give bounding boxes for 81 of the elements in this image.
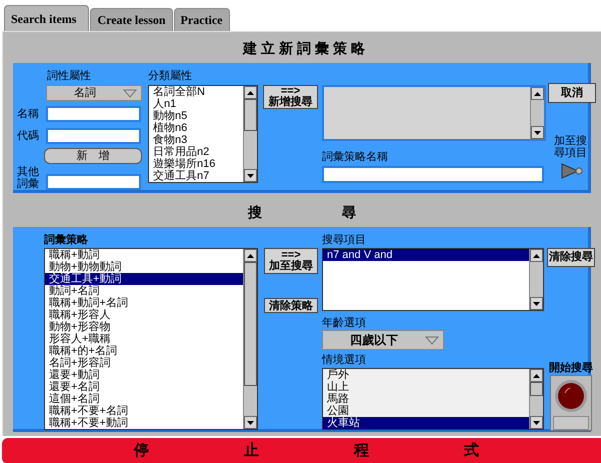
list-item[interactable]: 日常用品n2 bbox=[149, 146, 243, 158]
field-label: 加至搜尋項目 bbox=[554, 135, 588, 159]
field-label: 開始搜尋 bbox=[549, 360, 593, 374]
start-search-button[interactable] bbox=[550, 374, 592, 430]
list-label: 分類屬性 bbox=[148, 69, 193, 83]
list-item[interactable]: 食物n3 bbox=[149, 134, 243, 146]
up-arrow-icon bbox=[533, 254, 540, 258]
down-arrow-icon bbox=[533, 302, 540, 306]
up-arrow-icon bbox=[534, 92, 541, 96]
list-item[interactable]: 山上 bbox=[323, 381, 529, 393]
list-label: 情境選項 bbox=[322, 353, 367, 367]
list-item[interactable]: 職稱+動詞 bbox=[45, 249, 243, 261]
list-item[interactable]: 人n1 bbox=[149, 98, 243, 110]
list-item[interactable]: 職稱+動詞+名詞 bbox=[45, 297, 243, 309]
list-item[interactable]: 職稱+不要+動詞 bbox=[45, 417, 243, 429]
add-search-button[interactable]: ==> 新增搜尋 bbox=[263, 85, 318, 109]
tab[interactable]: Create lesson bbox=[90, 8, 173, 31]
list-item[interactable]: 還要+名詞 bbox=[45, 381, 243, 393]
indicator-light bbox=[553, 416, 589, 430]
down-arrow-icon bbox=[247, 174, 254, 178]
list-item[interactable]: 這個+名詞 bbox=[45, 393, 243, 405]
tab[interactable]: Practice bbox=[174, 8, 230, 31]
scrollbar[interactable] bbox=[529, 249, 543, 310]
cancel-button[interactable]: 取消 bbox=[548, 83, 596, 103]
list-item[interactable]: 名詞全部N bbox=[149, 86, 243, 98]
list-item[interactable]: 公園 bbox=[323, 405, 529, 417]
dropdown[interactable]: 名詞 bbox=[46, 85, 142, 101]
down-arrow-icon bbox=[534, 130, 541, 134]
list-item[interactable]: 名詞+形容詞 bbox=[45, 357, 243, 369]
dropdown[interactable]: 四歲以下 bbox=[322, 330, 444, 350]
knob-icon bbox=[554, 378, 588, 412]
list-item[interactable]: 職稱+形容人 bbox=[45, 309, 243, 321]
list-item[interactable]: 還要+動詞 bbox=[45, 369, 243, 381]
caret-icon bbox=[425, 336, 439, 344]
list-item[interactable]: 職稱+不要+名詞 bbox=[45, 405, 243, 417]
list-item[interactable]: n7 and V and bbox=[323, 249, 529, 261]
list-item[interactable]: 戶外 bbox=[323, 369, 529, 381]
scrollbar[interactable] bbox=[243, 86, 257, 182]
stop-button[interactable]: 停 止 程 式 bbox=[2, 438, 601, 463]
field-label: 詞彙策略名稱 bbox=[322, 150, 389, 164]
up-arrow-icon bbox=[247, 90, 254, 94]
up-arrow-icon bbox=[533, 374, 540, 378]
field-label: 名稱 bbox=[17, 107, 40, 122]
section-title: 搜 bbox=[248, 202, 262, 222]
down-arrow-icon bbox=[247, 420, 254, 424]
text-field[interactable] bbox=[46, 106, 141, 122]
list-item[interactable]: 植物n6 bbox=[149, 122, 243, 134]
list-item[interactable]: 職稱+的+名詞 bbox=[45, 345, 243, 357]
text-field[interactable] bbox=[46, 128, 141, 144]
down-arrow-icon bbox=[533, 420, 540, 424]
list-item[interactable]: 動物+形容物 bbox=[45, 321, 243, 333]
add-to-search-button[interactable]: ==> 加至搜尋 bbox=[264, 248, 318, 274]
scrollbar[interactable] bbox=[243, 249, 257, 429]
list-item[interactable]: 動詞+名詞 bbox=[45, 285, 243, 297]
text-field[interactable] bbox=[322, 166, 544, 183]
list-item[interactable]: 火車站 bbox=[323, 417, 529, 429]
scrollbar[interactable] bbox=[530, 87, 544, 139]
section-title: 尋 bbox=[342, 202, 356, 222]
list-item[interactable]: 交通工具+動詞 bbox=[45, 273, 243, 285]
up-arrow-icon bbox=[247, 254, 254, 258]
scrollbar[interactable] bbox=[529, 369, 543, 429]
clear-search-button[interactable]: 清除搜尋 bbox=[547, 248, 595, 266]
list-item[interactable]: 動物n5 bbox=[149, 110, 243, 122]
list-item[interactable]: 馬路 bbox=[323, 393, 529, 405]
field-label: 其他詞彙 bbox=[17, 166, 40, 190]
list-label: 詞彙策略 bbox=[44, 233, 89, 247]
section-title: 建立新詞彙策略 bbox=[243, 40, 369, 58]
field-label: 代碼 bbox=[17, 128, 40, 144]
list-item[interactable]: 形容人+職稱 bbox=[45, 333, 243, 345]
tab[interactable]: Search items bbox=[4, 5, 90, 31]
caret-icon bbox=[123, 88, 137, 98]
field-label: 年齡選項 bbox=[322, 316, 367, 330]
play-arrow-icon[interactable] bbox=[561, 163, 583, 179]
text-field[interactable] bbox=[46, 174, 141, 190]
list-label: 搜尋項目 bbox=[322, 233, 367, 247]
add-button[interactable]: 新 增 bbox=[44, 148, 142, 164]
field-label: 詞性屬性 bbox=[47, 69, 92, 83]
list-item[interactable]: 遊樂場所n16 bbox=[149, 158, 243, 170]
list-item[interactable]: 動物+動物動詞 bbox=[45, 261, 243, 273]
clear-strategy-button[interactable]: 清除策略 bbox=[264, 298, 318, 313]
list-item[interactable]: 交通工具n7 bbox=[149, 170, 243, 182]
